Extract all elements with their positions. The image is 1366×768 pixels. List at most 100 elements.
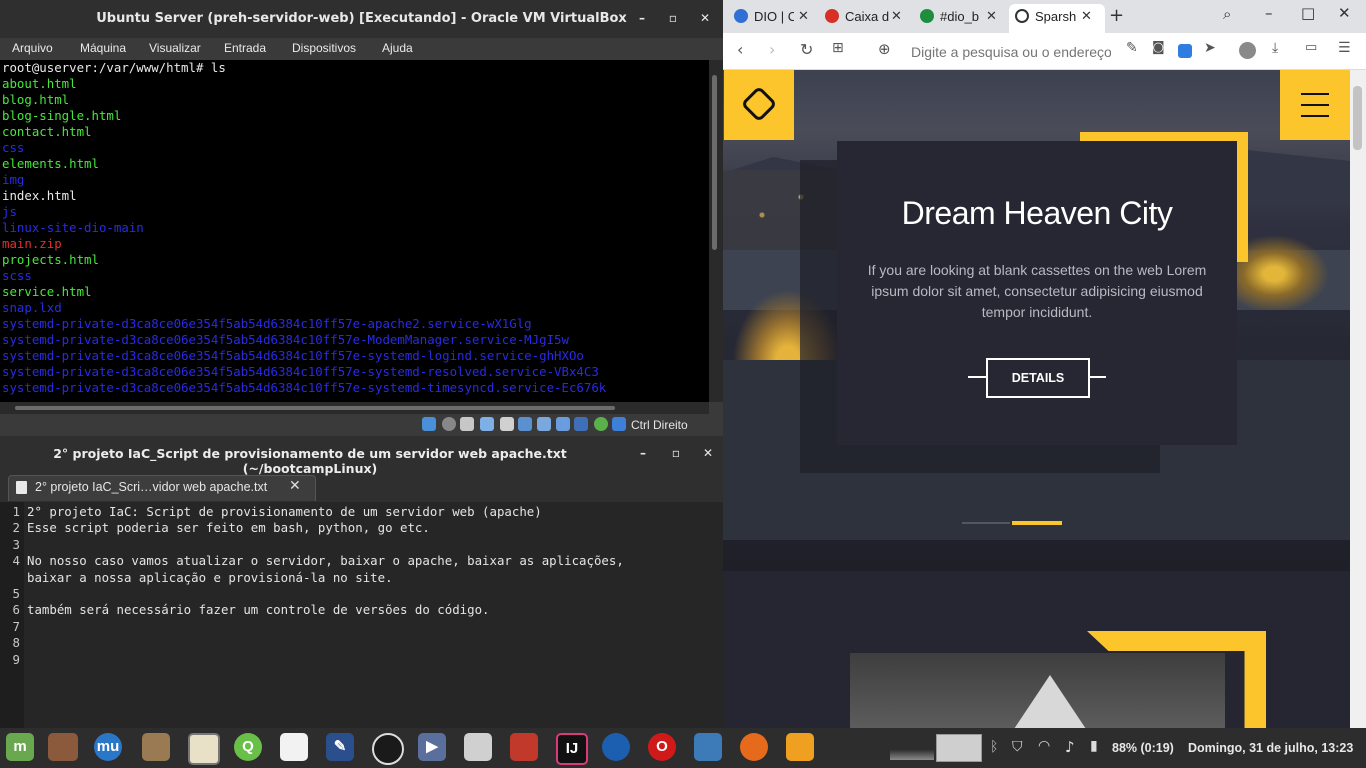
menu-arquivo[interactable]: Arquivo (12, 41, 53, 55)
slider-dot-active[interactable] (1012, 521, 1062, 525)
vm-console[interactable]: root@userver:/var/www/html# ls about.html… (0, 60, 709, 402)
vt-x-icon[interactable] (594, 417, 608, 431)
workspace-switcher-active[interactable] (936, 734, 982, 762)
library-app-icon[interactable] (510, 733, 538, 761)
browser-tab-sparsh-active[interactable]: Sparsh ✕ (1009, 4, 1105, 33)
console-hscroll-thumb[interactable] (15, 406, 615, 410)
app-icon[interactable] (602, 733, 630, 761)
close-icon[interactable]: ✕ (698, 11, 712, 25)
optical-drive-icon[interactable] (442, 417, 456, 431)
battery-status[interactable]: 88% (0:19) (1112, 741, 1174, 755)
battery-saver-icon[interactable]: ▭ (1305, 40, 1317, 55)
opera-icon[interactable]: O (648, 733, 676, 761)
console-line: systemd-private-d3ca8ce06e354f5ab54d6384… (2, 332, 569, 347)
shield-tray-icon[interactable]: ⛉ (1012, 739, 1023, 755)
new-tab-icon[interactable]: + (1109, 5, 1124, 26)
browser-minimize-icon[interactable]: – (1265, 4, 1273, 22)
clock[interactable]: Domingo, 31 de julho, 13:23 (1188, 741, 1353, 755)
download-icon[interactable]: ⤓ (1272, 40, 1278, 56)
edit-icon[interactable]: ✎ (1126, 40, 1138, 56)
editor-maximize-icon[interactable]: ▫ (669, 446, 683, 460)
menu-visualizar[interactable]: Visualizar (149, 41, 201, 55)
cpu-icon[interactable] (574, 417, 588, 431)
profile-avatar[interactable] (1239, 42, 1256, 59)
menu-maquina[interactable]: Máquina (80, 41, 126, 55)
usb-icon[interactable] (500, 417, 514, 431)
tab-close-icon[interactable]: ✕ (798, 8, 809, 24)
search-tabs-icon[interactable]: ⌕ (1223, 5, 1231, 23)
wifi-icon[interactable]: ◠ (1038, 738, 1050, 754)
drawing-app-icon[interactable] (280, 733, 308, 761)
site-info-icon[interactable]: ⊕ (878, 40, 891, 58)
editor-tab[interactable]: 2° projeto IaC_Scri…vidor web apache.txt… (8, 475, 316, 501)
security-shield-icon[interactable] (464, 733, 492, 761)
qgis-icon[interactable]: Q (234, 733, 262, 761)
browser-tab-dio[interactable]: DIO | C ✕ (728, 4, 816, 29)
browser-tab-drive[interactable]: #dio_b ✕ (914, 4, 1006, 29)
vpn-shield-icon[interactable] (1178, 44, 1192, 58)
display-icon[interactable] (537, 417, 551, 431)
site-logo[interactable] (724, 70, 794, 140)
tab-close-icon[interactable]: ✕ (891, 8, 902, 24)
console-line: scss (2, 268, 32, 283)
system-monitor-icon[interactable] (694, 733, 722, 761)
easy-setup-icon[interactable]: ☰ (1338, 40, 1351, 56)
hamburger-menu-button[interactable] (1280, 70, 1350, 140)
maximize-icon[interactable]: ▫ (666, 11, 680, 25)
bluetooth-icon[interactable]: ᛒ (990, 739, 998, 755)
recording-icon[interactable] (556, 417, 570, 431)
menu-dispositivos[interactable]: Dispositivos (292, 41, 356, 55)
show-desktop-icon[interactable] (48, 733, 78, 761)
file-manager-icon[interactable] (142, 733, 170, 761)
menu-entrada[interactable]: Entrada (224, 41, 266, 55)
mu-editor-icon[interactable]: mu (94, 733, 122, 761)
minimize-icon[interactable]: – (635, 11, 649, 25)
workspace-switcher[interactable] (890, 734, 934, 760)
intellij-icon[interactable]: IJ (556, 733, 588, 765)
host-key-label: Ctrl Direito (631, 418, 688, 432)
firefox-icon[interactable] (740, 733, 768, 761)
virtualbox-titlebar[interactable]: Ubuntu Server (preh-servidor-web) [Execu… (0, 0, 723, 38)
address-bar-input[interactable] (909, 43, 1113, 61)
menu-ajuda[interactable]: Ajuda (382, 41, 413, 55)
slider-dot[interactable] (962, 522, 1010, 524)
editor-text-area[interactable]: 2° projeto IaC: Script de provisionament… (24, 502, 723, 728)
editor-minimize-icon[interactable]: – (636, 446, 650, 460)
tab-close-icon[interactable]: ✕ (986, 8, 997, 24)
sound-icon[interactable]: ♪ (1065, 738, 1075, 756)
line-number: 6 (12, 602, 20, 618)
mint-menu-icon[interactable]: m (6, 733, 34, 761)
send-icon[interactable]: ➤ (1204, 40, 1216, 56)
mouse-integration-icon[interactable] (612, 417, 626, 431)
camera-icon[interactable]: ◙ (1152, 40, 1165, 55)
network-icon[interactable] (480, 417, 494, 431)
speed-dial-icon[interactable]: ⊞ (832, 40, 844, 56)
tab-close-icon[interactable]: ✕ (289, 478, 301, 494)
console-line: main.zip (2, 236, 62, 251)
audio-icon[interactable] (460, 417, 474, 431)
console-scroll-thumb[interactable] (712, 75, 717, 250)
obs-studio-icon[interactable] (372, 733, 404, 765)
tab-close-icon[interactable]: ✕ (1081, 8, 1092, 24)
console-line: systemd-private-d3ca8ce06e354f5ab54d6384… (2, 380, 607, 395)
details-button[interactable]: DETAILS (986, 358, 1090, 398)
text-editor-icon[interactable] (188, 733, 220, 765)
editor-titlebar[interactable]: 2° projeto IaC_Script de provisionamento… (0, 436, 723, 476)
hard-disk-icon[interactable] (422, 417, 436, 431)
virtualbox-taskbar-icon[interactable] (786, 733, 814, 761)
battery-icon[interactable]: ▮ (1090, 738, 1098, 754)
browser-scroll-thumb[interactable] (1353, 86, 1362, 150)
video-editor-icon[interactable]: ▶ (418, 733, 446, 761)
browser-close-icon[interactable]: ✕ (1338, 4, 1351, 22)
back-icon[interactable]: ‹ (737, 40, 743, 59)
editor-close-icon[interactable]: ✕ (701, 446, 715, 460)
hamburger-line (1301, 115, 1329, 117)
browser-tabbar: DIO | C ✕ Caixa d ✕ #dio_b ✕ Sparsh ✕ + … (723, 0, 1366, 33)
browser-scrollbar[interactable] (1350, 70, 1366, 728)
notes-app-icon[interactable]: ✎ (326, 733, 354, 761)
forward-icon[interactable]: › (769, 40, 775, 59)
shared-folders-icon[interactable] (518, 417, 532, 431)
browser-tab-gmail[interactable]: Caixa d ✕ (819, 4, 911, 29)
reload-icon[interactable]: ↻ (800, 40, 813, 59)
browser-maximize-icon[interactable]: □ (1301, 4, 1315, 22)
